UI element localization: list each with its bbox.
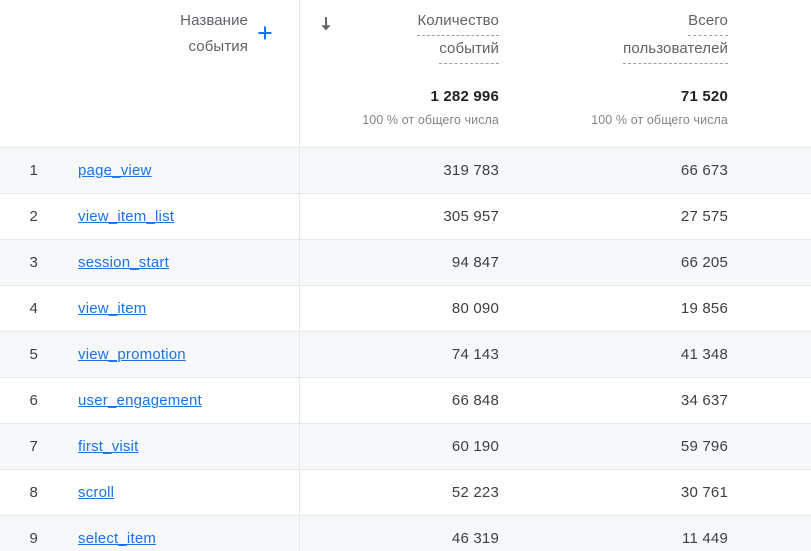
total-users-value-cell: 30 761 xyxy=(680,484,728,501)
table-row[interactable]: 1 page_view 319 783 66 673 xyxy=(0,147,811,193)
event-count-value: 319 783 xyxy=(443,162,499,179)
event-name-cell: first_visit xyxy=(78,424,288,469)
event-name-link[interactable]: session_start xyxy=(78,254,169,271)
column-header-event-count[interactable]: Количество событий xyxy=(300,8,499,64)
table-row[interactable]: 3 session_start 94 847 66 205 xyxy=(0,239,811,285)
total-users-value: 71 520 xyxy=(680,88,728,105)
table-row[interactable]: 7 first_visit 60 190 59 796 xyxy=(0,423,811,469)
table-row[interactable]: 8 scroll 52 223 30 761 xyxy=(0,469,811,515)
table-row[interactable]: 4 view_item 80 090 19 856 xyxy=(0,285,811,331)
events-table-screen: Название события Количество событий Всег… xyxy=(0,0,811,551)
event-name-link[interactable]: view_promotion xyxy=(78,346,186,363)
row-index: 7 xyxy=(29,438,38,455)
row-index: 6 xyxy=(29,392,38,409)
event-name-link[interactable]: user_engagement xyxy=(78,392,202,409)
row-index: 3 xyxy=(29,254,38,271)
total-users-value-cell: 34 637 xyxy=(680,392,728,409)
event-count-value: 94 847 xyxy=(451,254,499,271)
column-header-event-name[interactable]: Название события xyxy=(0,8,248,60)
event-name-link[interactable]: scroll xyxy=(78,484,114,501)
add-dimension-plus-icon[interactable] xyxy=(255,23,275,43)
total-users-value-cell: 59 796 xyxy=(680,438,728,455)
row-index: 4 xyxy=(29,300,38,317)
total-users-value-cell: 19 856 xyxy=(680,300,728,317)
column-header-total-users-line2: пользователей xyxy=(623,36,728,64)
total-users-value-cell: 41 348 xyxy=(680,346,728,363)
event-name-cell: scroll xyxy=(78,470,288,515)
table-header: Название события Количество событий Всег… xyxy=(0,0,811,147)
column-header-event-name-line1: Название xyxy=(180,12,248,29)
total-users-value-cell: 66 673 xyxy=(680,162,728,179)
row-index: 8 xyxy=(29,484,38,501)
table-row[interactable]: 6 user_engagement 66 848 34 637 xyxy=(0,377,811,423)
event-name-cell: view_promotion xyxy=(78,332,288,377)
row-index: 9 xyxy=(29,530,38,547)
events-table: Название события Количество событий Всег… xyxy=(0,0,811,551)
event-name-cell: select_item xyxy=(78,516,288,551)
total-event-count-value: 1 282 996 xyxy=(430,88,499,105)
event-count-value: 60 190 xyxy=(451,438,499,455)
event-count-value: 80 090 xyxy=(451,300,499,317)
row-index: 1 xyxy=(29,162,38,179)
event-count-value: 305 957 xyxy=(443,208,499,225)
row-index: 2 xyxy=(29,208,38,225)
event-name-cell: view_item xyxy=(78,286,288,331)
event-count-value: 74 143 xyxy=(451,346,499,363)
row-index: 5 xyxy=(29,346,38,363)
column-header-total-users[interactable]: Всего пользователей xyxy=(520,8,728,64)
event-name-link[interactable]: view_item xyxy=(78,300,147,317)
event-name-link[interactable]: select_item xyxy=(78,530,156,547)
table-row[interactable]: 9 select_item 46 319 11 449 xyxy=(0,515,811,551)
total-users-subtext: 100 % от общего числа xyxy=(591,113,728,127)
event-name-link[interactable]: view_item_list xyxy=(78,208,174,225)
event-name-link[interactable]: first_visit xyxy=(78,438,139,455)
event-name-link[interactable]: page_view xyxy=(78,162,152,179)
column-header-event-count-line1: Количество xyxy=(417,8,499,36)
column-header-event-name-line2: события xyxy=(188,38,248,55)
event-count-value: 46 319 xyxy=(451,530,499,547)
total-users-value-cell: 27 575 xyxy=(680,208,728,225)
event-name-cell: user_engagement xyxy=(78,378,288,423)
event-name-cell: view_item_list xyxy=(78,194,288,239)
column-header-event-count-line2: событий xyxy=(439,36,499,64)
total-event-count-subtext: 100 % от общего числа xyxy=(362,113,499,127)
table-body: 1 page_view 319 783 66 673 2 view_item_list 30… xyxy=(0,147,811,551)
total-users-value-cell: 11 449 xyxy=(682,530,728,547)
table-row[interactable]: 5 view_promotion 74 143 41 348 xyxy=(0,331,811,377)
event-name-cell: session_start xyxy=(78,240,288,285)
total-users-value-cell: 66 205 xyxy=(680,254,728,271)
table-row[interactable]: 2 view_item_list 305 957 27 575 xyxy=(0,193,811,239)
event-count-value: 52 223 xyxy=(451,484,499,501)
column-header-total-users-line1: Всего xyxy=(688,8,728,36)
event-count-value: 66 848 xyxy=(451,392,499,409)
event-name-cell: page_view xyxy=(78,148,288,193)
